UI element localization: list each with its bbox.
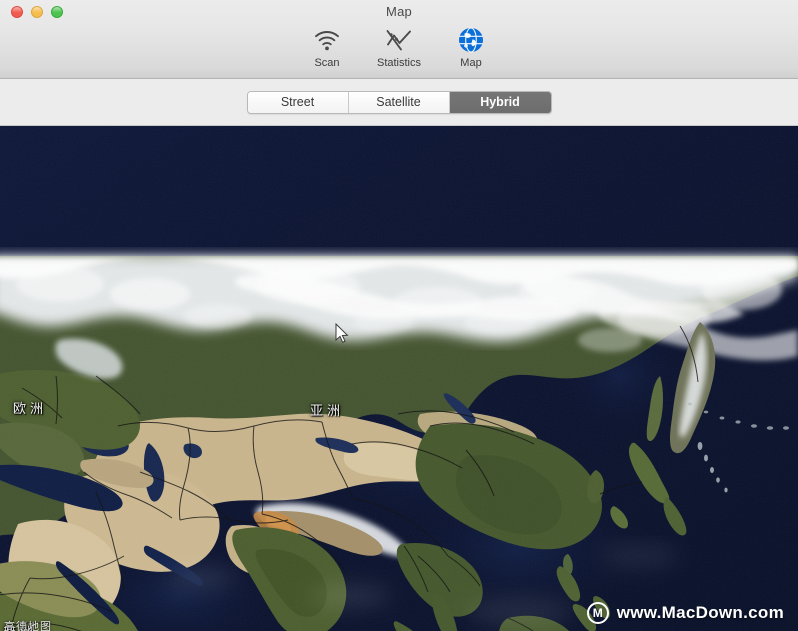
macdown-watermark-text: www.MacDown.com [616, 603, 784, 622]
toolbar-items: Scan Statistics Map [0, 24, 798, 69]
segment-hybrid[interactable]: Hybrid [449, 91, 551, 113]
toolbar-label-map: Map [460, 57, 482, 69]
map-type-bar: Street Satellite Hybrid [0, 79, 798, 126]
toolbar-label-scan: Scan [314, 57, 340, 69]
toolbar-button-statistics[interactable]: Statistics [372, 24, 426, 69]
window-title: Map [386, 4, 412, 19]
segment-satellite[interactable]: Satellite [348, 91, 450, 113]
macdown-watermark: M www.MacDown.com [586, 602, 784, 624]
macdown-logo-icon: M [586, 602, 609, 624]
map-type-segmented-control[interactable]: Street Satellite Hybrid [246, 90, 552, 114]
map-attribution: 高德地图 [4, 620, 52, 631]
globe-icon [458, 26, 484, 54]
satellite-map-image [0, 126, 798, 631]
wifi-icon [314, 26, 340, 54]
toolbar-button-map[interactable]: Map [444, 24, 498, 69]
window-toolbar: Map Scan Statistics Map [0, 0, 798, 79]
toolbar-label-statistics: Statistics [376, 57, 421, 69]
segment-street[interactable]: Street [247, 91, 349, 113]
map-window: Map Scan Statistics Map Street Satellite… [0, 0, 798, 631]
toolbar-button-scan[interactable]: Scan [300, 24, 354, 69]
line-chart-icon [385, 26, 413, 54]
map-canvas[interactable]: 欧洲 亚洲 非洲 太平洋 印度洋 高德地图 M www.MacDown.com [0, 126, 798, 631]
